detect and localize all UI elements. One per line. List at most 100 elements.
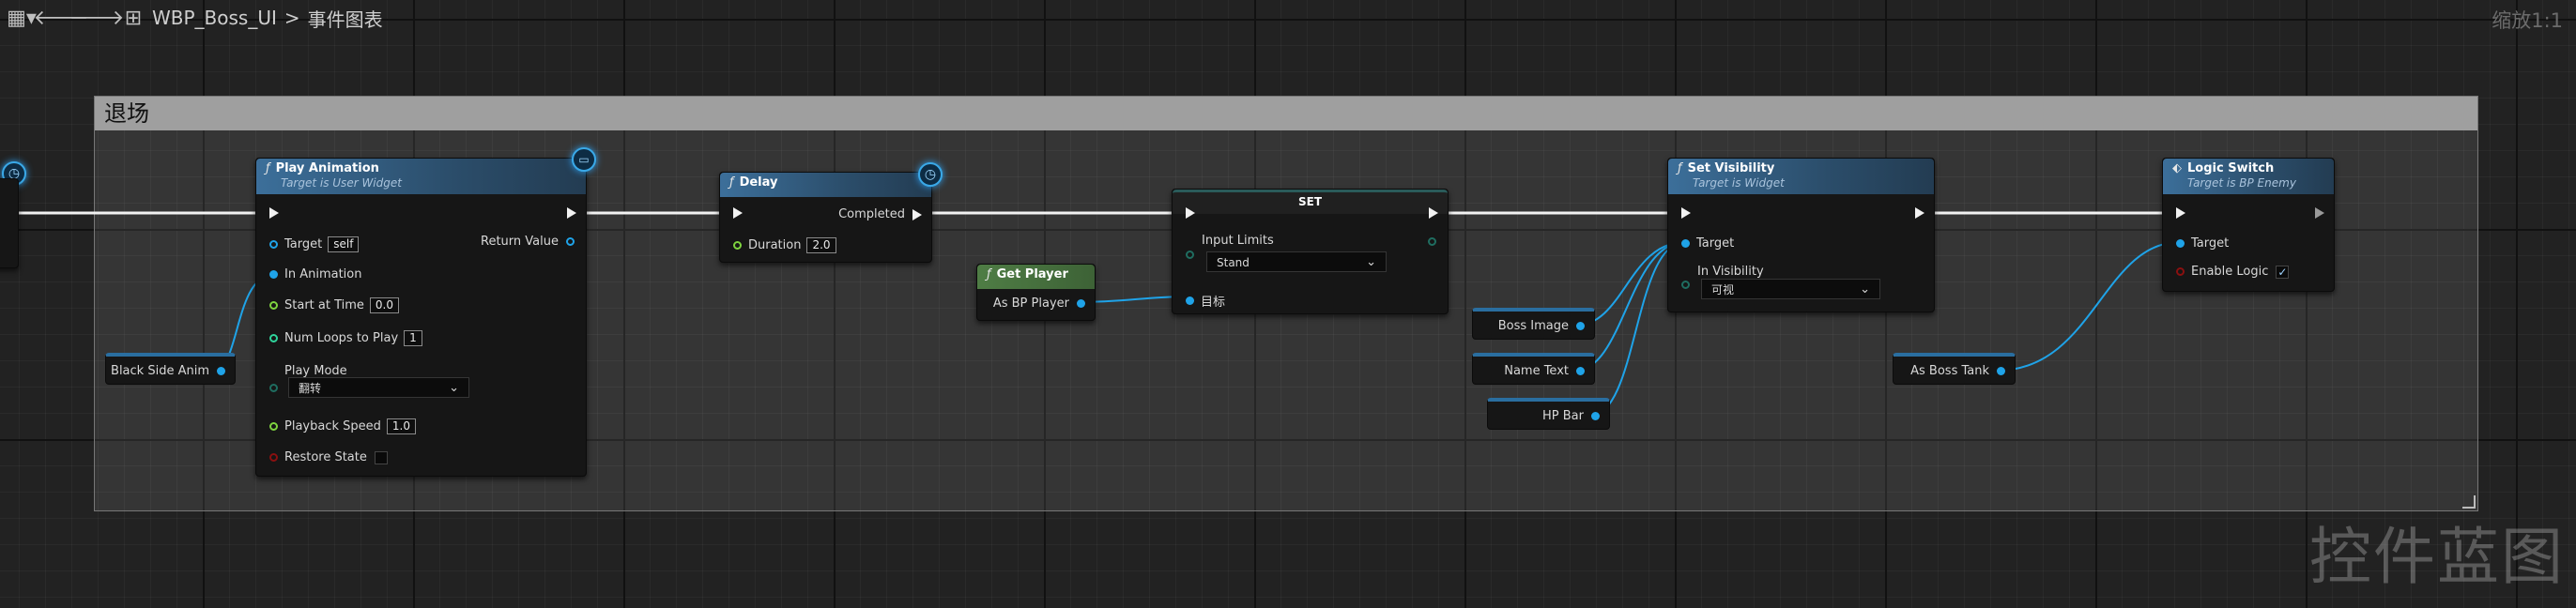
return-value-pin[interactable]: Return Value: [481, 235, 575, 249]
as-boss-tank-variable[interactable]: As Boss Tank: [1893, 353, 2016, 385]
duration-pin[interactable]: Duration 2.0: [733, 237, 836, 253]
object-pin-icon[interactable]: [1576, 322, 1585, 330]
object-pin-icon: [269, 240, 278, 249]
function-icon: ƒ: [266, 161, 270, 175]
duration-input[interactable]: 2.0: [806, 237, 836, 253]
pin-label: In Visibility: [1697, 265, 1764, 279]
restore-state-pin[interactable]: Restore State: [269, 450, 388, 464]
pin-label: Num Loops to Play: [284, 331, 399, 345]
input-limits-label: Input Limits: [1202, 234, 1274, 248]
node-header[interactable]: ⬖ Logic Switch Target is BP Enemy: [2163, 159, 2334, 194]
start-at-time-pin[interactable]: Start at Time 0.0: [269, 297, 399, 313]
delay-node[interactable]: ƒ Delay Completed Duration 2.0: [719, 172, 932, 263]
exec-in-pin[interactable]: [733, 207, 743, 219]
node-header[interactable]: SET: [1173, 190, 1448, 214]
offscreen-node[interactable]: [0, 178, 19, 268]
object-pin-icon[interactable]: [1591, 412, 1600, 420]
float-pin-icon: [269, 422, 278, 431]
node-header[interactable]: ƒ Get Player: [977, 265, 1095, 289]
set-variable-node[interactable]: SET Input Limits Stand ⌄ 目标: [1172, 189, 1449, 314]
target-pin[interactable]: Target self: [269, 236, 360, 252]
exec-in-pin[interactable]: [1186, 207, 1195, 219]
node-title: SET: [1297, 195, 1323, 208]
exec-arrow-icon: [733, 207, 743, 219]
int-pin-icon: [269, 334, 278, 342]
target-pin[interactable]: Target: [2176, 236, 2229, 251]
pin-label: Start at Time: [284, 298, 364, 312]
boss-image-variable[interactable]: Boss Image: [1472, 308, 1595, 340]
playback-speed-input[interactable]: 1.0: [386, 418, 416, 434]
node-header[interactable]: ƒ Set Visibility Target is Widget: [1668, 159, 1934, 194]
black-side-anim-variable[interactable]: Black Side Anim: [105, 353, 236, 385]
object-pin-icon[interactable]: [217, 367, 225, 375]
in-animation-pin[interactable]: In Animation: [269, 267, 361, 281]
set-visibility-node[interactable]: ƒ Set Visibility Target is Widget Target …: [1667, 158, 1935, 312]
in-visibility-dropdown[interactable]: 可视 ⌄: [1701, 279, 1880, 299]
exec-out-pin[interactable]: [1915, 207, 1924, 219]
pin-label: Target: [284, 237, 323, 251]
exec-arrow-icon: [1681, 207, 1691, 219]
exec-in-pin[interactable]: [269, 207, 279, 219]
float-pin-icon: [269, 301, 278, 310]
completed-exec-pin[interactable]: Completed: [838, 207, 922, 221]
exec-out-pin[interactable]: [1429, 207, 1438, 219]
pin-label: Enable Logic: [2191, 265, 2269, 279]
bool-pin-icon: [269, 453, 278, 462]
enum-pin-icon: [1681, 281, 1690, 289]
node-header[interactable]: ƒ Delay: [720, 173, 931, 197]
logic-switch-node[interactable]: ⬖ Logic Switch Target is BP Enemy Target …: [2162, 158, 2335, 292]
exec-in-pin[interactable]: [1681, 207, 1691, 219]
pin-label: Restore State: [284, 450, 367, 464]
object-pin-icon[interactable]: [1576, 367, 1585, 375]
enum-pin-icon: [269, 384, 278, 392]
variable-label: Name Text: [1504, 364, 1569, 378]
target-pin[interactable]: Target: [1681, 236, 1734, 251]
node-title: Play Animation: [275, 161, 379, 175]
enable-logic-pin[interactable]: Enable Logic ✓: [2176, 265, 2290, 279]
get-player-node[interactable]: ƒ Get Player As BP Player: [976, 264, 1096, 321]
object-pin-icon[interactable]: [1997, 367, 2005, 375]
pin-label: In Animation: [284, 267, 362, 281]
object-wire: [1996, 241, 2181, 372]
pin-label: Play Mode: [284, 364, 347, 378]
play-mode-dropdown[interactable]: 翻转 ⌄: [288, 377, 469, 398]
exec-arrow-icon: [1186, 207, 1195, 219]
object-pin-icon: [269, 270, 278, 279]
start-at-time-input[interactable]: 0.0: [369, 297, 399, 313]
dropdown-value: Stand: [1217, 256, 1250, 269]
exec-out-pin[interactable]: [567, 207, 576, 219]
exec-in-pin[interactable]: [2176, 207, 2185, 219]
input-limits-dropdown[interactable]: Stand ⌄: [1206, 251, 1387, 272]
message-icon: ⬖: [2172, 161, 2182, 175]
name-text-variable[interactable]: Name Text: [1472, 353, 1595, 385]
exec-arrow-icon: [1429, 207, 1438, 219]
node-header[interactable]: ƒ Play Animation Target is User Widget: [256, 159, 586, 194]
input-limits-out-pin[interactable]: [1428, 237, 1436, 246]
input-limits-pin[interactable]: [1186, 251, 1201, 259]
exec-arrow-icon: [2315, 207, 2324, 219]
pin-label: Playback Speed: [284, 419, 381, 433]
as-bp-player-pin[interactable]: As BP Player: [993, 296, 1085, 311]
exec-out-pin[interactable]: [2315, 207, 2324, 219]
object-pin-icon: [1186, 296, 1194, 305]
hp-bar-variable[interactable]: HP Bar: [1487, 398, 1610, 430]
playback-speed-pin[interactable]: Playback Speed 1.0: [269, 418, 416, 434]
dropdown-value: 翻转: [299, 382, 322, 395]
play-animation-node[interactable]: ƒ Play Animation Target is User Widget Ta…: [255, 158, 587, 477]
chevron-down-icon: ⌄: [1366, 255, 1376, 269]
function-icon: ƒ: [729, 175, 734, 190]
exec-arrow-icon: [269, 207, 279, 219]
play-mode-pin[interactable]: [269, 384, 284, 392]
restore-state-checkbox[interactable]: [374, 450, 388, 464]
exec-arrow-icon: [2176, 207, 2185, 219]
pin-label: Input Limits: [1202, 234, 1274, 248]
pin-label: Target: [1696, 236, 1735, 251]
node-title: Set Visibility: [1687, 161, 1775, 175]
blueprint-graph-canvas[interactable]: ▦▾ 🡐 🡒 ⊞ WBP_Boss_UI > 事件图表 缩放1:1 退场 ◷ ƒ…: [0, 0, 2576, 608]
num-loops-input[interactable]: 1: [404, 330, 422, 346]
num-loops-pin[interactable]: Num Loops to Play 1: [269, 330, 422, 346]
in-visibility-pin[interactable]: [1681, 281, 1696, 289]
in-visibility-label: In Visibility: [1697, 265, 1764, 279]
enable-logic-checkbox[interactable]: ✓: [2276, 265, 2290, 279]
target-pin[interactable]: 目标: [1186, 292, 1225, 310]
